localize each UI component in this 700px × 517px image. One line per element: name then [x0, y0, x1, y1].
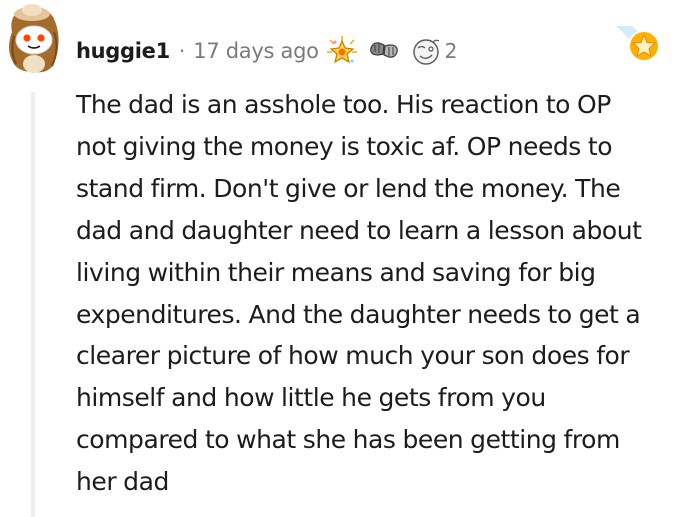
avatar[interactable] [4, 2, 64, 76]
comment-body-line: dad and daughter need to learn a lesson … [76, 215, 642, 245]
star-award-button[interactable] [612, 22, 664, 74]
burst-star-award-icon [326, 36, 357, 64]
snoo-avatar-icon [9, 4, 59, 73]
meta-separator: · [178, 39, 186, 63]
comment-body-line: compared to what she has been getting fr… [76, 425, 620, 455]
comment-body-line: stand firm. Don't give or lend the money… [76, 173, 621, 203]
doodle-face-award-icon [412, 39, 440, 65]
username-link[interactable]: huggie1 [76, 39, 170, 63]
fist-bump-award-icon [369, 42, 398, 58]
timestamp-link[interactable]: 17 days ago [193, 39, 319, 63]
comment-body-line: living within their means and saving for… [76, 257, 596, 287]
comment-body: The dad is an asshole too. His reaction … [76, 84, 700, 503]
thread-line[interactable] [31, 92, 35, 517]
comment: huggie1 · 17 days ago 2 The dad is an as… [0, 0, 700, 517]
star-award-icon [616, 26, 660, 62]
comment-body-line: expenditures. And the daughter needs to … [76, 299, 641, 329]
award-count: 2 [444, 39, 458, 63]
comment-body-line: The dad is an asshole too. His reaction … [76, 90, 611, 119]
comment-body-line: her dad [76, 467, 169, 497]
comment-body-line: himself and how little he gets from you [76, 383, 546, 413]
comment-body-line: clearer picture of how much your son doe… [76, 341, 630, 371]
comment-body-line: not giving the money is toxic af. OP nee… [76, 131, 613, 161]
award-list[interactable]: 2 [325, 34, 458, 68]
comment-header: huggie1 · 17 days ago 2 [76, 33, 457, 69]
